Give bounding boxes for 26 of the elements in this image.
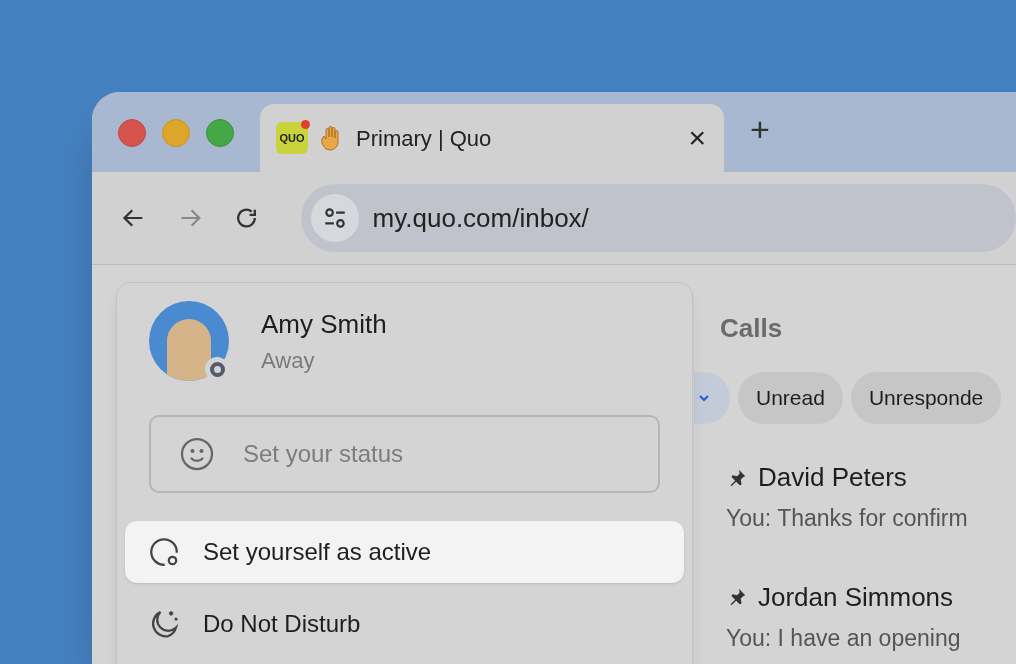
smiley-icon	[179, 436, 215, 472]
site-settings-icon[interactable]	[310, 194, 359, 242]
user-name: Amy Smith	[261, 308, 387, 341]
close-tab-button[interactable]: ×	[688, 123, 706, 153]
status-field[interactable]: Set your status	[149, 415, 660, 493]
filter-chip[interactable]: Unresponde	[850, 372, 1002, 424]
url-text: my.quo.com/inbox/	[372, 201, 589, 235]
status-circle-icon	[147, 535, 181, 569]
new-tab-button[interactable]: +	[750, 112, 770, 146]
filter-dropdown[interactable]	[694, 372, 730, 424]
status-menu-item[interactable]: Set yourself as active	[125, 521, 684, 583]
message-preview: You: Thanks for confirm	[726, 504, 969, 533]
close-window-button[interactable]	[118, 119, 146, 147]
browser-tab[interactable]: QUO Primary | Quo ×	[260, 104, 724, 172]
minimize-window-button[interactable]	[162, 119, 190, 147]
filter-chip[interactable]: Unread	[738, 372, 843, 424]
zoom-window-button[interactable]	[206, 119, 234, 147]
contact-name: David Peters	[758, 461, 907, 494]
status-menu-item[interactable]: Do Not Disturb	[125, 593, 684, 655]
address-bar[interactable]: my.quo.com/inbox/	[300, 184, 1016, 252]
page-tab[interactable]: Calls	[720, 309, 783, 348]
tab-title: Primary | Quo	[356, 124, 493, 153]
user-status: Away	[261, 347, 316, 375]
contact-name: Jordan Simmons	[758, 580, 954, 614]
message-preview: You: I have an opening	[726, 623, 962, 653]
favicon-icon: QUO	[276, 122, 308, 154]
